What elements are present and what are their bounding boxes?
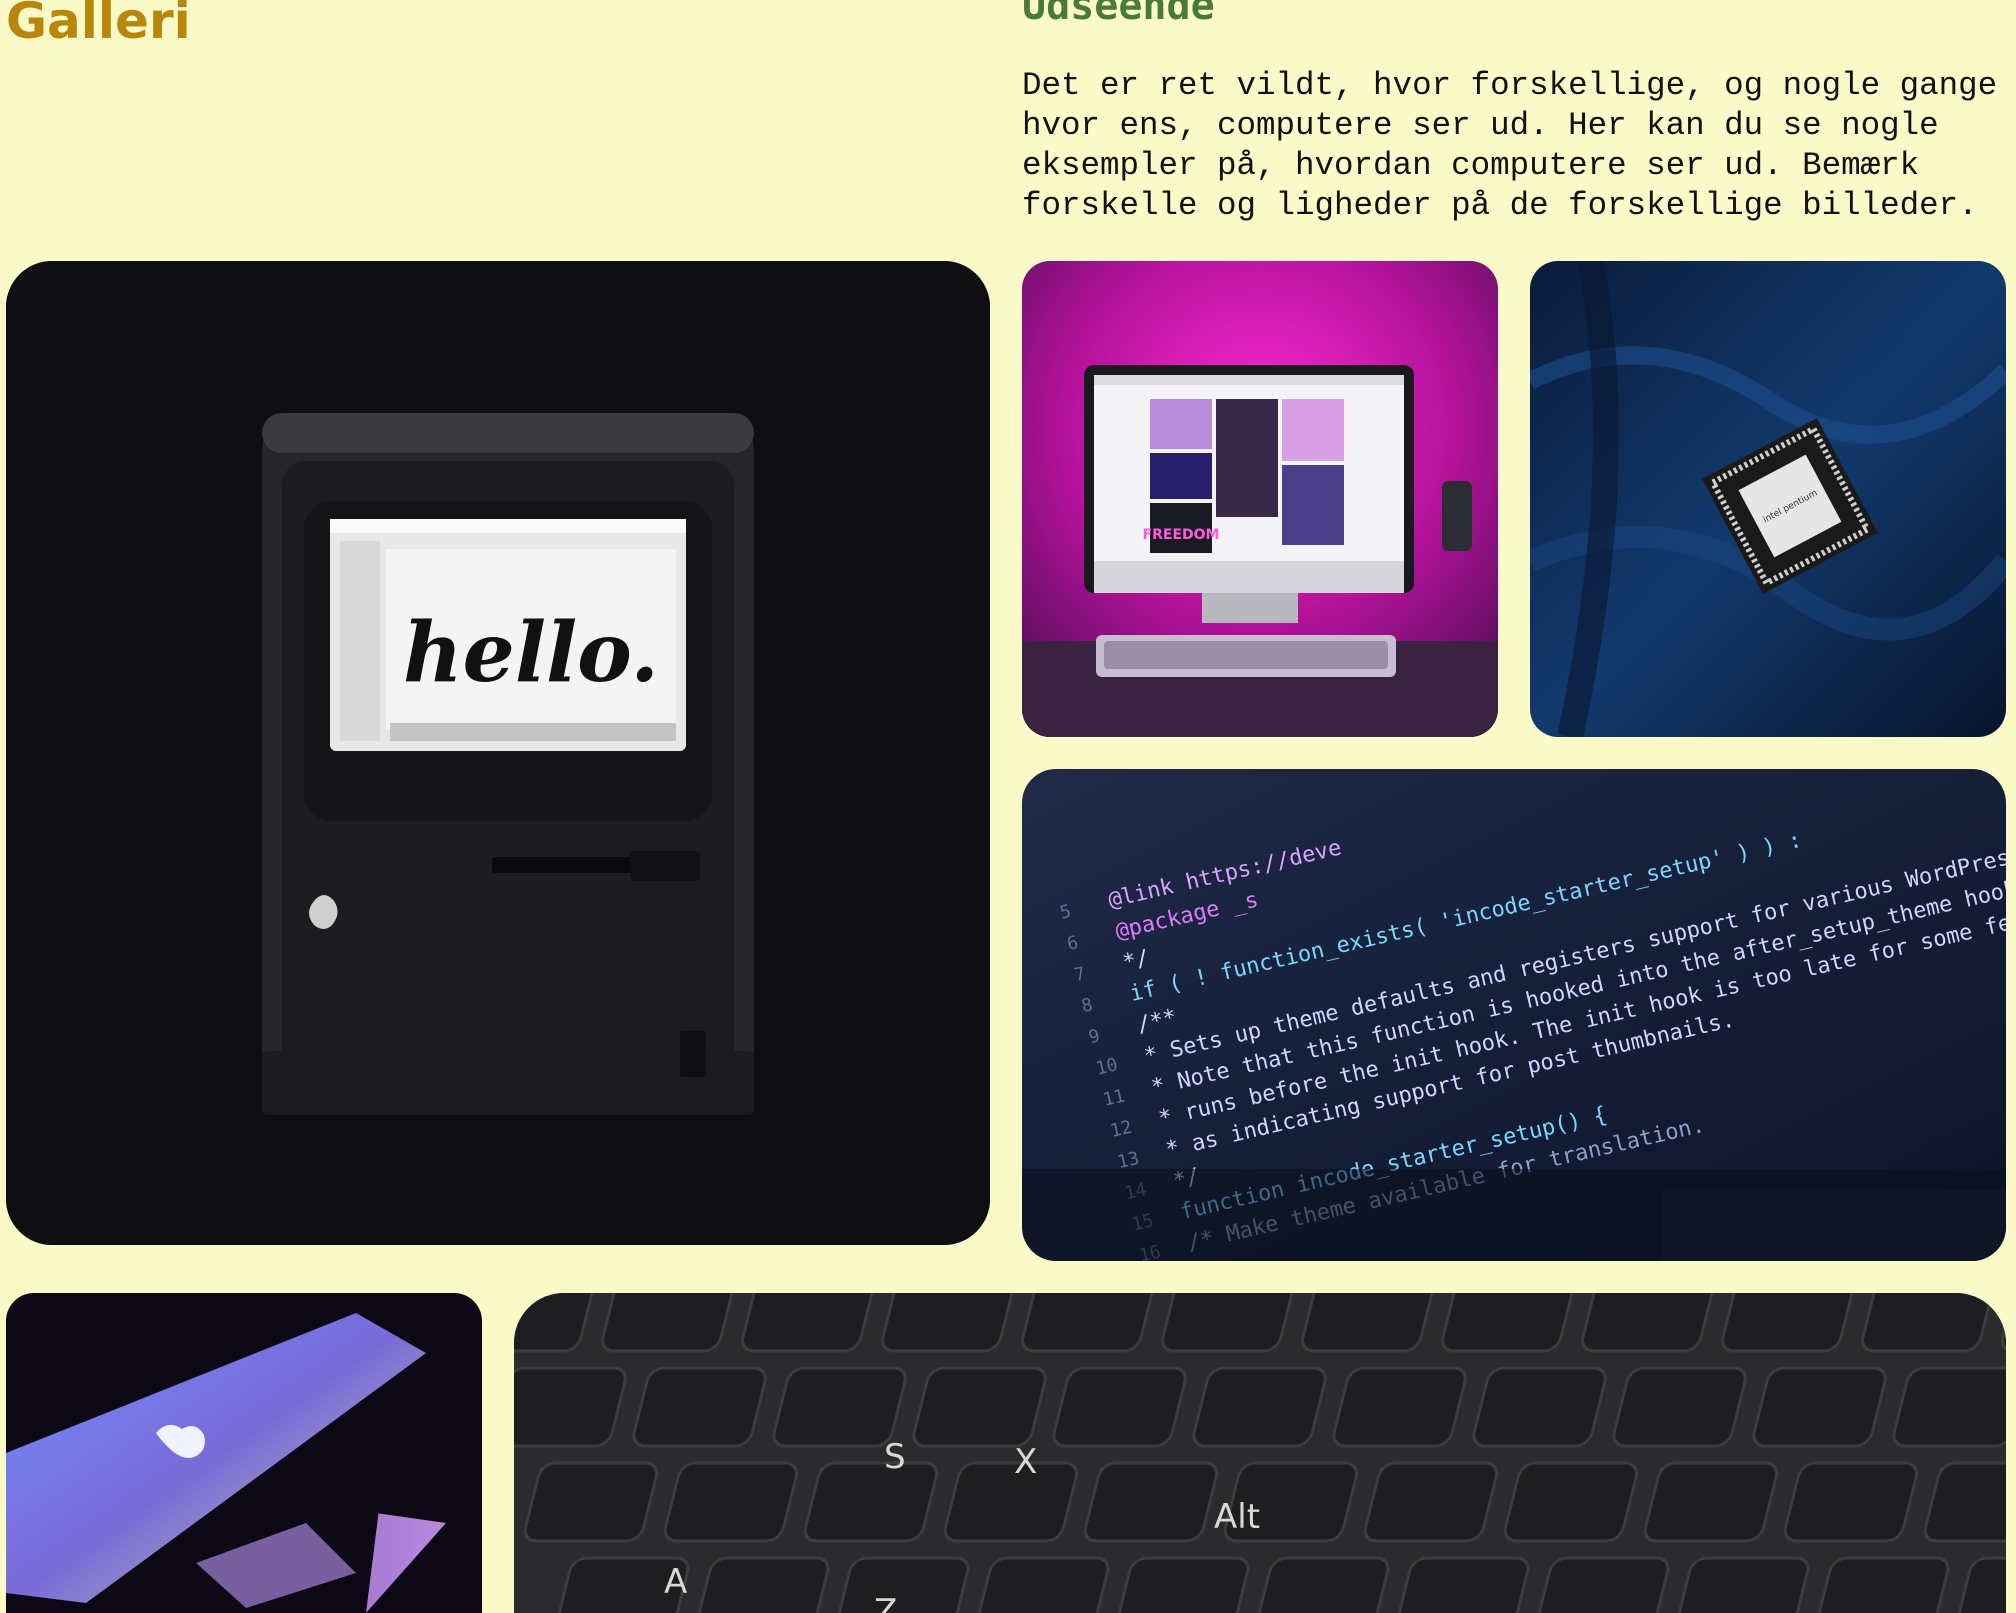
keycap — [1114, 1556, 1250, 1613]
keycap — [741, 1293, 876, 1353]
key-letter: Alt — [1214, 1497, 1260, 1537]
keycap — [1394, 1556, 1530, 1613]
keycap — [943, 1461, 1079, 1543]
keycap — [1783, 1461, 1919, 1543]
keycap — [1472, 1366, 1607, 1448]
photo-classic-mac[interactable]: hello. — [6, 261, 990, 1245]
keycap — [772, 1366, 907, 1448]
keycap — [523, 1461, 659, 1543]
key-letter: X — [1014, 1442, 1037, 1482]
keycap — [1332, 1366, 1467, 1448]
photo-keyboard[interactable]: A Z X S Alt — [514, 1293, 2006, 1613]
keycap — [1534, 1556, 1670, 1613]
keycap — [974, 1556, 1110, 1613]
keycap — [912, 1366, 1047, 1448]
classic-mac-illustration: hello. — [6, 261, 990, 1245]
mac-screen-hello-text: hello. — [403, 605, 659, 701]
photo-imac-desk[interactable]: FREEDOM — [1022, 261, 1498, 737]
code-screen-illustration: 5678910111213141516 @link https://deve@p… — [1022, 769, 2006, 1261]
section-description: Det er ret vildt, hvor forskellige, og n… — [1022, 67, 1998, 224]
keycap — [1752, 1366, 1887, 1448]
keycap — [1612, 1366, 1747, 1448]
keycap — [1192, 1366, 1327, 1448]
keycap — [694, 1556, 830, 1613]
keycap — [1363, 1461, 1499, 1543]
photo-code-screen[interactable]: 5678910111213141516 @link https://deve@p… — [1022, 769, 2006, 1261]
key-letter: Z — [874, 1592, 897, 1613]
keycap — [514, 1366, 627, 1448]
keycap — [1301, 1293, 1436, 1353]
keycap — [1643, 1461, 1779, 1543]
keycap — [834, 1556, 970, 1613]
keycap — [663, 1461, 799, 1543]
keycap — [632, 1366, 767, 1448]
photo-cpu-chip[interactable]: intel pentium — [1530, 261, 2006, 737]
keycap — [1674, 1556, 1810, 1613]
gallery-title: Galleri — [6, 0, 191, 50]
cpu-chip-illustration: intel pentium — [1530, 261, 2006, 737]
keycap — [1161, 1293, 1296, 1353]
keycap — [601, 1293, 736, 1353]
macbook-illustration — [6, 1293, 482, 1613]
photo-macbook[interactable] — [6, 1293, 482, 1613]
keycap — [1814, 1556, 1950, 1613]
keycap — [1503, 1461, 1639, 1543]
keycap — [1052, 1366, 1187, 1448]
key-letter: S — [884, 1437, 906, 1477]
keycap — [1021, 1293, 1156, 1353]
section-heading: Udseende — [1022, 0, 1215, 29]
keycap — [1441, 1293, 1576, 1353]
keycap — [1581, 1293, 1716, 1353]
imac-screen-sticker-text: FREEDOM — [1143, 527, 1220, 543]
keycap — [881, 1293, 1016, 1353]
keycap — [1721, 1293, 1856, 1353]
imac-desk-illustration: FREEDOM — [1022, 261, 1498, 737]
keycap — [1254, 1556, 1390, 1613]
key-letter: A — [664, 1562, 687, 1602]
keycap — [1892, 1366, 2006, 1448]
keyboard-illustration: A Z X S Alt — [514, 1293, 2006, 1613]
keycap — [1083, 1461, 1219, 1543]
keycap — [803, 1461, 939, 1543]
keycap — [1861, 1293, 1996, 1353]
